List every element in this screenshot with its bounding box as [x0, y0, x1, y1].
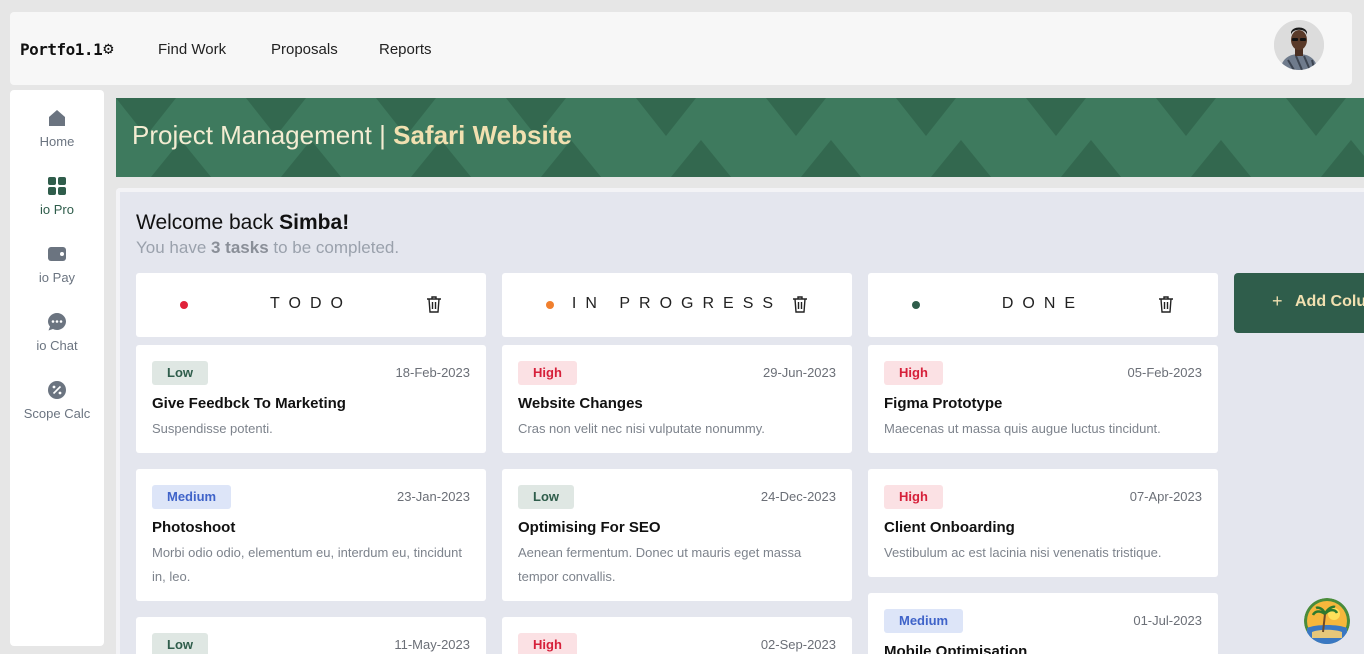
sidebar: Home io Pro io Pay io Chat Scope Calc: [10, 90, 104, 646]
task-count: 3 tasks: [211, 238, 269, 257]
trash-icon[interactable]: [792, 295, 808, 313]
nav-reports[interactable]: Reports: [379, 41, 432, 58]
priority-badge: Medium: [884, 609, 964, 633]
page-title: Project Management | Safari Website: [132, 120, 572, 150]
chat-icon: [48, 313, 66, 331]
task-description: Vestibulum ac est lacinia nisi venenatis…: [884, 545, 1162, 560]
task-date: 11-May-2023: [394, 637, 470, 652]
top-navigation-bar: Portfo1.1 ⚙ Find Work Proposals Reports: [10, 12, 1352, 85]
task-date: 05-Feb-2023: [1127, 365, 1202, 380]
task-card[interactable]: Medium 23-Jan-2023 Photoshoot Morbi odio…: [136, 469, 486, 601]
column-title: IN PROGRESS: [571, 295, 783, 312]
user-avatar[interactable]: [1274, 20, 1324, 70]
task-date: 07-Apr-2023: [1129, 489, 1202, 504]
task-title: Client Onboarding: [884, 519, 1015, 536]
task-title: Optimising For SEO: [518, 519, 661, 536]
nav-proposals[interactable]: Proposals: [271, 41, 338, 58]
trash-icon[interactable]: [426, 295, 442, 313]
task-title: Photoshoot: [152, 519, 236, 536]
logo-text: Portfo1.1: [20, 40, 103, 59]
plus-icon: +: [1272, 291, 1283, 311]
status-dot: [180, 301, 188, 309]
task-date: 02-Sep-2023: [760, 637, 836, 652]
task-card[interactable]: Low 18-Feb-2023 Give Feedbck To Marketin…: [136, 345, 486, 453]
trash-icon[interactable]: [1158, 295, 1174, 313]
priority-badge: Low: [518, 485, 574, 509]
grid-icon: [48, 177, 66, 195]
priority-badge: Low: [152, 633, 208, 654]
task-title: Website Changes: [518, 395, 643, 412]
task-title: Give Feedbck To Marketing: [152, 395, 346, 412]
task-card[interactable]: Low 11-May-2023: [136, 617, 486, 654]
welcome-heading: Welcome back Simba!: [136, 211, 350, 234]
gear-icon: ⚙: [103, 39, 113, 59]
column-header-done: DONE: [868, 273, 1218, 337]
column-header-todo: TODO: [136, 273, 486, 337]
column-header-in-progress: IN PROGRESS: [502, 273, 852, 337]
task-card[interactable]: Low 24-Dec-2023 Optimising For SEO Aenea…: [502, 469, 852, 601]
task-date: 01-Jul-2023: [1133, 613, 1202, 628]
project-name: Safari Website: [393, 120, 572, 150]
task-card[interactable]: High 02-Sep-2023: [502, 617, 852, 654]
priority-badge: Low: [152, 361, 208, 385]
priority-badge: Medium: [152, 485, 232, 509]
task-description: Maecenas ut massa quis augue luctus tinc…: [884, 421, 1161, 436]
priority-badge: High: [884, 485, 943, 509]
sidebar-item-scope-calc[interactable]: Scope Calc: [10, 380, 104, 421]
sidebar-item-label: Home: [39, 134, 75, 149]
status-dot: [912, 301, 920, 309]
percent-icon: [48, 381, 66, 399]
task-date: 18-Feb-2023: [395, 365, 470, 380]
project-banner: Project Management | Safari Website: [116, 98, 1364, 177]
task-description: Cras non velit nec nisi vulputate nonumm…: [518, 421, 765, 436]
palm-beach-icon: [1304, 598, 1350, 644]
sidebar-item-label: io Pro: [40, 202, 74, 217]
sidebar-item-io-pay[interactable]: io Pay: [10, 244, 104, 285]
task-title: Figma Prototype: [884, 395, 1003, 412]
priority-badge: High: [518, 633, 577, 654]
task-date: 24-Dec-2023: [760, 489, 836, 504]
task-description: Morbi odio odio, elementum eu, interdum …: [152, 545, 463, 584]
user-name: Simba!: [279, 211, 350, 234]
wallet-icon: [48, 247, 66, 261]
sidebar-item-label: io Pay: [38, 270, 76, 285]
sidebar-item-label: Scope Calc: [23, 406, 91, 421]
priority-badge: High: [518, 361, 577, 385]
task-description: Suspendisse potenti.: [152, 421, 273, 436]
add-column-label: Add Colu: [1295, 293, 1364, 310]
sidebar-item-home[interactable]: Home: [10, 108, 104, 149]
task-card[interactable]: Medium 01-Jul-2023 Mobile Optimisation: [868, 593, 1218, 654]
add-column-button[interactable]: + Add Colu: [1234, 273, 1364, 333]
task-date: 29-Jun-2023: [763, 365, 836, 380]
task-date: 23-Jan-2023: [397, 489, 470, 504]
app-logo[interactable]: Portfo1.1 ⚙: [20, 40, 113, 59]
status-dot: [546, 301, 554, 309]
nav-find-work[interactable]: Find Work: [158, 41, 226, 58]
sidebar-item-io-chat[interactable]: io Chat: [10, 312, 104, 353]
column-title: TODO: [270, 295, 352, 312]
home-icon: [49, 110, 65, 126]
sidebar-item-label: io Chat: [36, 338, 78, 353]
sidebar-item-io-pro[interactable]: io Pro: [10, 176, 104, 217]
tasks-summary: You have 3 tasks to be completed.: [136, 238, 400, 257]
task-card[interactable]: High 29-Jun-2023 Website Changes Cras no…: [502, 345, 852, 453]
priority-badge: High: [884, 361, 943, 385]
task-card[interactable]: High 05-Feb-2023 Figma Prototype Maecena…: [868, 345, 1218, 453]
task-title: Mobile Optimisation: [884, 643, 1028, 654]
column-title: DONE: [1001, 295, 1085, 312]
task-card[interactable]: High 07-Apr-2023 Client Onboarding Vesti…: [868, 469, 1218, 577]
task-description: Aenean fermentum. Donec ut mauris eget m…: [518, 545, 802, 584]
floating-assistant-button[interactable]: [1304, 598, 1350, 644]
